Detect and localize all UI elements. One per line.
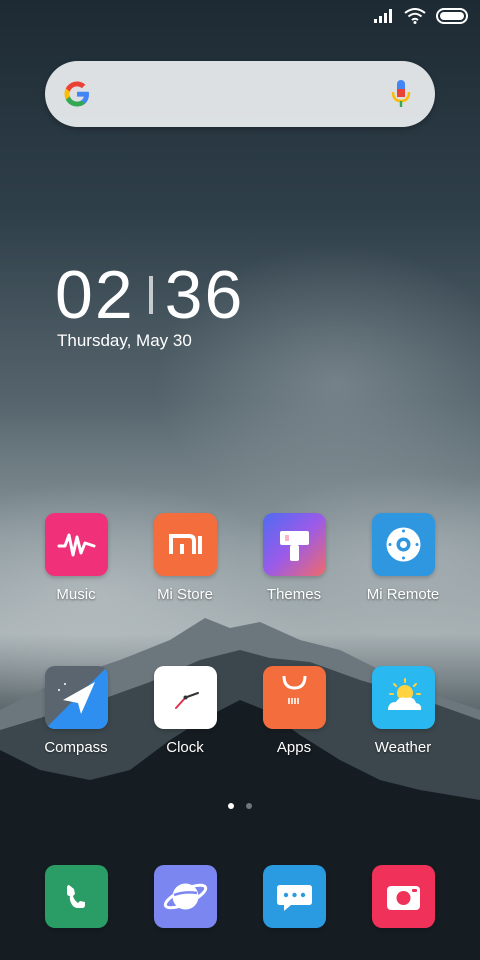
mi-remote-icon bbox=[371, 513, 435, 576]
dock-phone[interactable] bbox=[21, 865, 131, 928]
dock-camera[interactable] bbox=[348, 865, 458, 928]
page-indicator bbox=[0, 803, 480, 809]
clock-separator bbox=[148, 276, 153, 314]
google-logo-icon bbox=[64, 81, 89, 107]
mic-icon[interactable] bbox=[391, 79, 411, 109]
status-bar bbox=[0, 0, 480, 34]
battery-icon bbox=[436, 8, 468, 24]
app-label: Compass bbox=[44, 739, 108, 756]
wifi-icon bbox=[404, 8, 426, 24]
app-mi-store[interactable]: Mi Store bbox=[130, 513, 240, 603]
app-weather[interactable]: Weather bbox=[348, 666, 458, 756]
clock-widget[interactable]: 02 36 Thursday, May 30 bbox=[55, 255, 244, 351]
mi-store-icon bbox=[153, 513, 217, 576]
clock-icon bbox=[153, 666, 217, 729]
camera-icon bbox=[371, 865, 435, 928]
phone-icon bbox=[44, 865, 108, 928]
page-dot-active[interactable] bbox=[228, 803, 234, 809]
app-label: Weather bbox=[374, 739, 432, 756]
app-apps[interactable]: Apps bbox=[239, 666, 349, 756]
messages-icon bbox=[262, 865, 326, 928]
weather-icon bbox=[371, 666, 435, 729]
app-compass[interactable]: Compass bbox=[21, 666, 131, 756]
app-label: Mi Store bbox=[157, 586, 213, 603]
clock-time: 02 36 bbox=[55, 255, 244, 335]
app-themes[interactable]: Themes bbox=[239, 513, 349, 603]
dock-browser[interactable] bbox=[130, 865, 240, 928]
app-music[interactable]: Music bbox=[21, 513, 131, 603]
clock-hours: 02 bbox=[55, 257, 135, 333]
music-icon bbox=[44, 513, 108, 576]
app-label: Mi Remote bbox=[366, 586, 440, 603]
app-label: Apps bbox=[276, 739, 312, 756]
google-search-bar[interactable] bbox=[45, 61, 435, 127]
browser-icon bbox=[153, 865, 217, 928]
page-dot[interactable] bbox=[246, 803, 252, 809]
app-label: Themes bbox=[266, 586, 322, 603]
app-label: Music bbox=[56, 586, 96, 603]
themes-icon bbox=[262, 513, 326, 576]
apps-store-icon bbox=[262, 666, 326, 729]
clock-minutes: 36 bbox=[164, 257, 245, 333]
app-mi-remote[interactable]: Mi Remote bbox=[348, 513, 458, 603]
dock-messages[interactable] bbox=[239, 865, 349, 928]
app-clock[interactable]: Clock bbox=[130, 666, 240, 756]
signal-icon bbox=[374, 9, 392, 23]
app-label: Clock bbox=[166, 739, 204, 756]
compass-icon bbox=[44, 666, 108, 729]
